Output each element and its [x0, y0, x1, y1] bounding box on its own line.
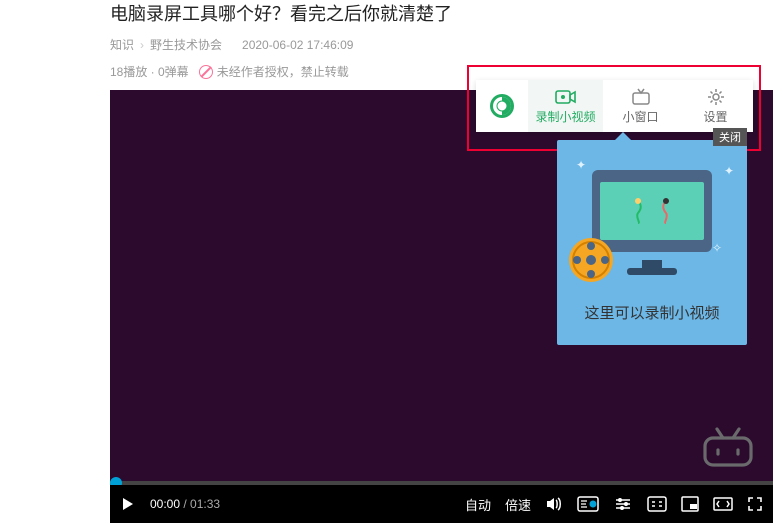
fullscreen-button[interactable]	[747, 496, 763, 512]
tv-icon	[631, 88, 651, 106]
browser-logo-icon	[476, 80, 528, 132]
category-link[interactable]: 知识	[110, 36, 134, 53]
toolbar-record-button[interactable]: 录制小视频	[528, 80, 603, 132]
play-count: 18播放 · 0弹幕	[110, 63, 189, 80]
film-reel-icon	[567, 236, 615, 284]
extension-toolbar: 录制小视频 小窗口 设置	[476, 80, 753, 132]
quality-button[interactable]: 自动	[465, 495, 491, 514]
forbidden-icon	[199, 65, 213, 79]
danmaku-settings-button[interactable]	[613, 496, 633, 512]
pip-button[interactable]	[681, 496, 699, 512]
time-display: 00:00 / 01:33	[150, 497, 220, 511]
chevron-right-icon: ›	[140, 38, 144, 52]
no-reprint-notice: 未经作者授权，禁止转载	[199, 63, 349, 80]
gear-icon	[707, 88, 725, 106]
play-button[interactable]	[120, 496, 136, 512]
publish-time: 2020-06-02 17:46:09	[242, 38, 353, 52]
video-stats: 18播放 · 0弹幕 未经作者授权，禁止转载	[110, 63, 783, 80]
danmaku-toggle[interactable]	[577, 496, 599, 512]
page-title: 电脑录屏工具哪个好？看完之后你就清楚了	[110, 0, 783, 26]
toolbar-pip-button[interactable]: 小窗口	[603, 80, 678, 132]
record-icon	[555, 88, 577, 106]
record-tooltip: 关闭 ✦ ✦ ✧ 这里可以录制小视频	[557, 140, 747, 345]
subtitle-button[interactable]	[647, 496, 667, 512]
subcategory-link[interactable]: 野生技术协会	[150, 36, 222, 53]
toolbar-settings-button[interactable]: 设置	[678, 80, 753, 132]
breadcrumb: 知识 › 野生技术协会 2020-06-02 17:46:09	[110, 36, 783, 53]
tooltip-text: 这里可以录制小视频	[571, 302, 733, 323]
bilibili-logo-icon	[701, 426, 755, 473]
tooltip-illustration: ✦ ✦ ✧	[572, 160, 732, 280]
player-controls: 00:00 / 01:33 自动 倍速	[110, 485, 773, 523]
volume-button[interactable]	[545, 495, 563, 513]
tooltip-close-button[interactable]: 关闭	[713, 128, 747, 146]
widescreen-button[interactable]	[713, 497, 733, 511]
speed-button[interactable]: 倍速	[505, 495, 531, 514]
